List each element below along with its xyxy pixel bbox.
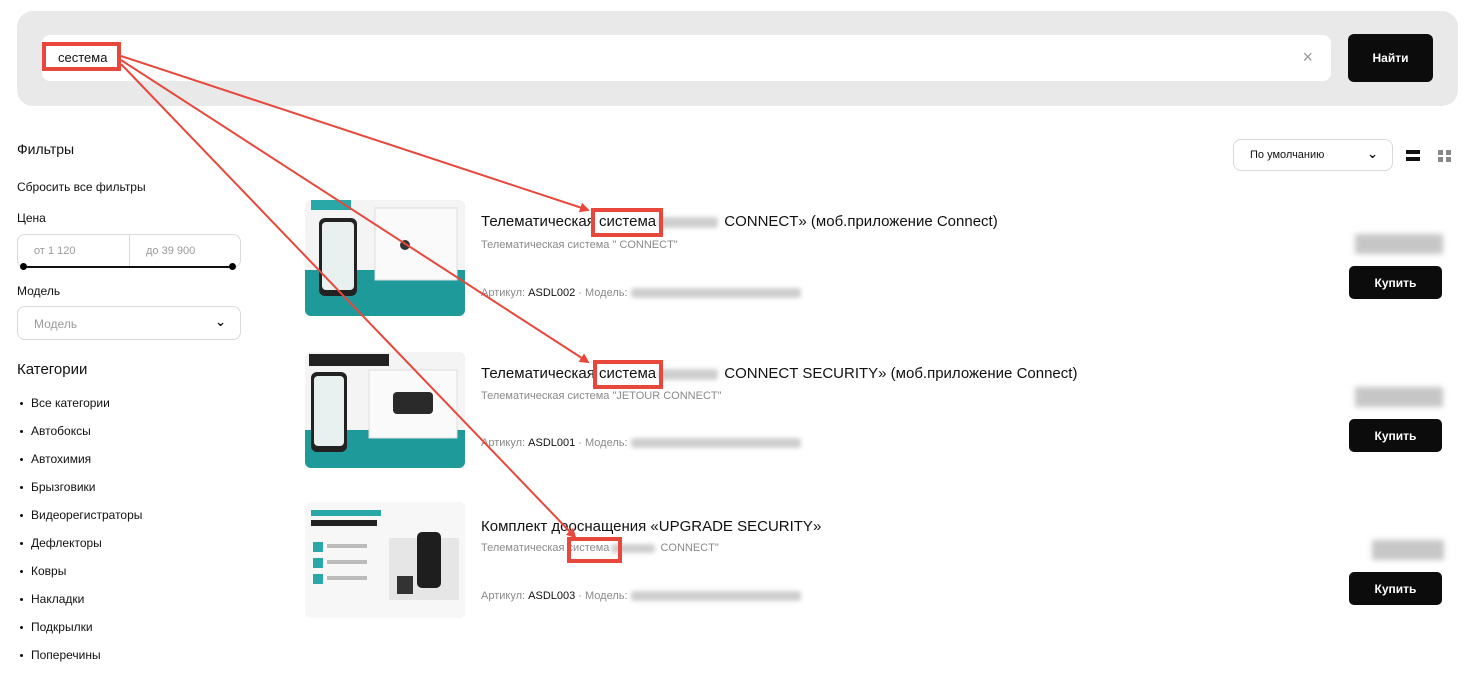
price-slider-track[interactable] bbox=[23, 266, 233, 268]
price-to-input[interactable]: до 39 900 bbox=[146, 245, 195, 257]
product-subtitle: Телематическая система " CONNECT" bbox=[481, 239, 678, 251]
price-divider bbox=[129, 235, 130, 267]
category-item[interactable]: Дефлекторы bbox=[20, 536, 142, 564]
category-item[interactable]: Все категории bbox=[20, 396, 142, 424]
model-label: Модель bbox=[17, 284, 61, 298]
product-price bbox=[1355, 387, 1443, 407]
category-item[interactable]: Автобоксы bbox=[20, 424, 142, 452]
sort-selected: По умолчанию bbox=[1250, 149, 1325, 161]
product-price bbox=[1355, 234, 1443, 254]
category-list: Все категории Автобоксы Автохимия Брызго… bbox=[20, 396, 142, 676]
product-meta: Артикул: ASDL003 · Модель: bbox=[481, 590, 801, 602]
product-meta: Артикул: ASDL001 · Модель: bbox=[481, 437, 801, 449]
match-highlight-box bbox=[593, 360, 663, 389]
sort-select[interactable]: По умолчанию ⌄ bbox=[1233, 139, 1393, 171]
price-label: Цена bbox=[17, 211, 46, 225]
product-image[interactable] bbox=[305, 352, 465, 468]
product-image[interactable] bbox=[305, 502, 465, 618]
list-view-icon[interactable] bbox=[1406, 150, 1420, 164]
chevron-down-icon: ⌄ bbox=[215, 314, 226, 329]
model-select[interactable]: Модель ⌄ bbox=[17, 306, 241, 340]
categories-title: Категории bbox=[17, 361, 88, 378]
product-image[interactable] bbox=[305, 200, 465, 316]
category-item[interactable]: Ковры bbox=[20, 564, 142, 592]
category-item[interactable]: Поперечины bbox=[20, 648, 142, 676]
clear-icon[interactable]: × bbox=[1302, 47, 1313, 68]
category-item[interactable]: Накладки bbox=[20, 592, 142, 620]
product-title[interactable]: Телематическая система CONNECT SECURITY»… bbox=[481, 365, 1077, 382]
price-range-inputs: от 1 120 до 39 900 bbox=[17, 234, 241, 268]
match-highlight-box bbox=[567, 537, 622, 563]
query-highlight-box bbox=[42, 42, 121, 71]
price-slider-min-handle[interactable] bbox=[20, 263, 27, 270]
product-price bbox=[1372, 540, 1444, 560]
search-panel: сестема × Найти bbox=[17, 11, 1458, 106]
category-item[interactable]: Видеорегистраторы bbox=[20, 508, 142, 536]
find-button[interactable]: Найти bbox=[1348, 34, 1433, 82]
category-item[interactable]: Автохимия bbox=[20, 452, 142, 480]
price-from-input[interactable]: от 1 120 bbox=[34, 245, 76, 257]
buy-button[interactable]: Купить bbox=[1349, 266, 1442, 299]
product-title[interactable]: Телематическая система CONNECT» (моб.при… bbox=[481, 213, 998, 230]
buy-button[interactable]: Купить bbox=[1349, 572, 1442, 605]
product-meta: Артикул: ASDL002 · Модель: bbox=[481, 287, 801, 299]
price-slider-max-handle[interactable] bbox=[229, 263, 236, 270]
grid-view-icon[interactable] bbox=[1438, 150, 1452, 162]
model-placeholder: Модель bbox=[34, 317, 78, 331]
category-item[interactable]: Брызговики bbox=[20, 480, 142, 508]
category-item[interactable]: Подкрылки bbox=[20, 620, 142, 648]
product-subtitle: Телематическая система "JETOUR CONNECT" bbox=[481, 390, 722, 402]
match-highlight-box bbox=[591, 208, 663, 237]
filters-title: Фильтры bbox=[17, 141, 75, 157]
reset-filters-link[interactable]: Сбросить все фильтры bbox=[17, 180, 146, 194]
search-input[interactable]: сестема × bbox=[42, 35, 1331, 81]
chevron-down-icon: ⌄ bbox=[1367, 146, 1378, 161]
buy-button[interactable]: Купить bbox=[1349, 419, 1442, 452]
product-title[interactable]: Комплект дооснащения «UPGRADE SECURITY» bbox=[481, 518, 821, 535]
